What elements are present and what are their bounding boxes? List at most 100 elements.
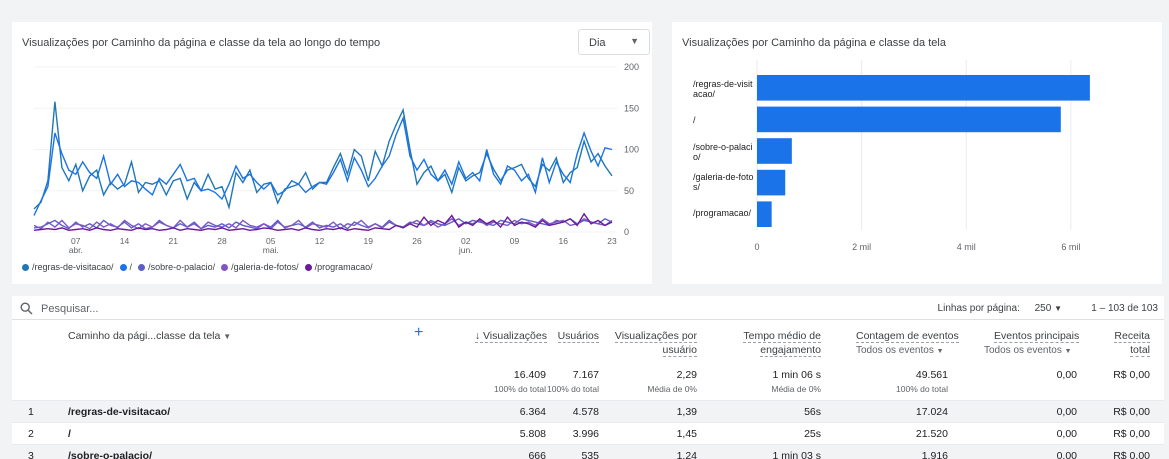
total-sub: 100% do total bbox=[494, 384, 546, 394]
row-engagement: 56s bbox=[804, 406, 821, 418]
row-views: 5.808 bbox=[519, 428, 546, 440]
header-users[interactable]: Usuários bbox=[557, 329, 599, 343]
dimension-header[interactable]: Caminho da pági...classe da tela ▼ bbox=[68, 329, 231, 344]
x-tick-label: 19 bbox=[364, 236, 374, 246]
x-tick-label: 26 bbox=[412, 236, 422, 246]
header-revenue-line2: total bbox=[1130, 344, 1150, 357]
header-events-line1: Contagem de eventos bbox=[856, 330, 959, 343]
table-row[interactable]: 3 /sobre-o-palacio/ 666 535 1,24 1 min 0… bbox=[12, 444, 1164, 459]
header-users-label: Usuários bbox=[557, 330, 599, 343]
series-line bbox=[33, 212, 613, 232]
bar[interactable] bbox=[757, 201, 772, 227]
total-value: 16.409 bbox=[513, 369, 546, 381]
header-engagement[interactable]: Tempo médio de engajamento bbox=[743, 329, 821, 357]
bar-label: /regras-de-visit bbox=[693, 79, 753, 89]
legend-item[interactable]: /regras-de-visitacao/ bbox=[22, 262, 114, 272]
x-tick-label: 21 bbox=[169, 236, 179, 246]
row-vpu: 1,24 bbox=[676, 450, 697, 459]
legend-item[interactable]: / bbox=[119, 262, 132, 272]
bar-label: o/ bbox=[693, 152, 701, 162]
x-tick-month: mai. bbox=[263, 245, 279, 255]
search-box[interactable]: Pesquisar... bbox=[20, 302, 98, 315]
legend-dot bbox=[22, 263, 29, 271]
total-engagement: 1 min 06 s Média de 0% bbox=[771, 368, 821, 396]
row-engagement: 25s bbox=[804, 428, 821, 440]
y-tick-label: 200 bbox=[624, 62, 639, 72]
row-page-path[interactable]: /sobre-o-palacio/ bbox=[68, 450, 152, 459]
x-tick-label: 14 bbox=[120, 236, 130, 246]
bar[interactable] bbox=[757, 75, 1090, 101]
legend-dot bbox=[138, 263, 146, 271]
row-users: 535 bbox=[581, 450, 599, 459]
x-tick-month: abr. bbox=[69, 245, 83, 255]
header-eng-line1: Tempo médio de bbox=[743, 330, 821, 343]
legend-dot bbox=[221, 263, 229, 271]
row-index: 2 bbox=[28, 428, 34, 440]
total-value: R$ 0,00 bbox=[1113, 369, 1150, 381]
x-tick-label: 23 bbox=[607, 236, 617, 246]
report-table: Pesquisar... Linhas por página: 250 ▼ 1 … bbox=[12, 296, 1164, 459]
y-tick-label: 100 bbox=[624, 145, 639, 155]
x-tick-month: jun. bbox=[458, 245, 473, 255]
x-tick-label: 16 bbox=[559, 236, 569, 246]
bar-label: /galeria-de-foto bbox=[693, 172, 754, 182]
bar[interactable] bbox=[757, 169, 786, 196]
legend-dot bbox=[304, 263, 312, 271]
key-events-filter[interactable]: Todos os eventos ▼ bbox=[984, 345, 1072, 356]
events-filter-value: Todos os eventos bbox=[856, 345, 934, 356]
header-events[interactable]: Contagem de eventos Todos os eventos ▼ bbox=[856, 329, 959, 359]
row-page-path[interactable]: /regras-de-visitacao/ bbox=[68, 406, 170, 418]
header-views[interactable]: ↓ Visualizações bbox=[474, 329, 547, 343]
row-views: 6.364 bbox=[519, 406, 546, 418]
row-vpu: 1,39 bbox=[676, 406, 697, 418]
events-filter[interactable]: Todos os eventos ▼ bbox=[856, 345, 944, 356]
row-users: 4.578 bbox=[572, 406, 599, 418]
legend-item[interactable]: /sobre-o-palacio/ bbox=[138, 262, 215, 272]
row-engagement: 1 min 03 s bbox=[772, 450, 821, 459]
bar-chart-card: Visualizações por Caminho da página e cl… bbox=[672, 22, 1162, 284]
total-value: 2,29 bbox=[676, 369, 697, 381]
rows-per-page-select[interactable]: 250 ▼ bbox=[1035, 303, 1062, 314]
total-events: 49.561 100% do total bbox=[896, 368, 948, 396]
x-tick-label: 12 bbox=[315, 236, 325, 246]
header-vpu-line1: Visualizações por bbox=[614, 330, 697, 343]
total-key-events: 0,00 bbox=[1057, 368, 1077, 382]
key-events-filter-value: Todos os eventos bbox=[984, 345, 1062, 356]
total-views: 16.409 100% do total bbox=[494, 368, 546, 396]
legend-label: /programacao/ bbox=[314, 262, 373, 272]
total-value: 49.561 bbox=[915, 369, 948, 381]
line-chart-card: Visualizações por Caminho da página e cl… bbox=[12, 22, 652, 284]
search-input[interactable]: Pesquisar... bbox=[41, 303, 98, 315]
row-key-events: 0,00 bbox=[1056, 406, 1077, 418]
search-icon bbox=[20, 302, 33, 315]
row-events: 21.520 bbox=[915, 428, 948, 440]
line-chart: 20015010050007abr.14 21 28 05mai.12 19 26 02ju… bbox=[33, 62, 639, 255]
row-revenue: R$ 0,00 bbox=[1113, 406, 1150, 418]
row-vpu: 1,45 bbox=[676, 428, 697, 440]
total-vpu: 2,29 Média de 0% bbox=[647, 368, 697, 396]
bar-chart: /regras-de-visit acao/ / /sobre-o-palaci… bbox=[693, 60, 1090, 252]
legend-item[interactable]: /galeria-de-fotos/ bbox=[221, 262, 299, 272]
row-views: 666 bbox=[528, 450, 546, 459]
bar-label: acao/ bbox=[693, 89, 716, 99]
legend-item[interactable]: /programacao/ bbox=[304, 262, 373, 272]
line-chart-legend: /regras-de-visitacao/ / /sobre-o-palacio… bbox=[22, 262, 373, 272]
legend-label: /galeria-de-fotos/ bbox=[231, 262, 299, 272]
header-revenue[interactable]: Receita total bbox=[1114, 329, 1150, 357]
row-index: 1 bbox=[28, 406, 34, 418]
legend-label: /regras-de-visitacao/ bbox=[32, 262, 114, 272]
table-row[interactable]: 1 /regras-de-visitacao/ 6.364 4.578 1,39… bbox=[12, 400, 1164, 422]
y-tick-label: 150 bbox=[624, 103, 639, 113]
header-key-line1: Eventos principais bbox=[994, 330, 1080, 343]
row-page-path[interactable]: / bbox=[68, 428, 71, 440]
bar[interactable] bbox=[757, 106, 1061, 133]
x-tick-label: 0 bbox=[754, 242, 759, 252]
bar[interactable] bbox=[757, 138, 792, 164]
table-row[interactable]: 2 / 5.808 3.996 1,45 25s 21.520 0,00 R$ … bbox=[12, 422, 1164, 444]
header-key-events[interactable]: Eventos principais Todos os eventos ▼ bbox=[984, 329, 1080, 359]
add-dimension-button[interactable]: + bbox=[414, 325, 423, 341]
series-line bbox=[33, 115, 613, 216]
chevron-down-icon: ▼ bbox=[1054, 304, 1062, 313]
header-views-per-user[interactable]: Visualizações por usuário bbox=[614, 329, 697, 357]
rows-per-page-value: 250 bbox=[1034, 303, 1052, 314]
